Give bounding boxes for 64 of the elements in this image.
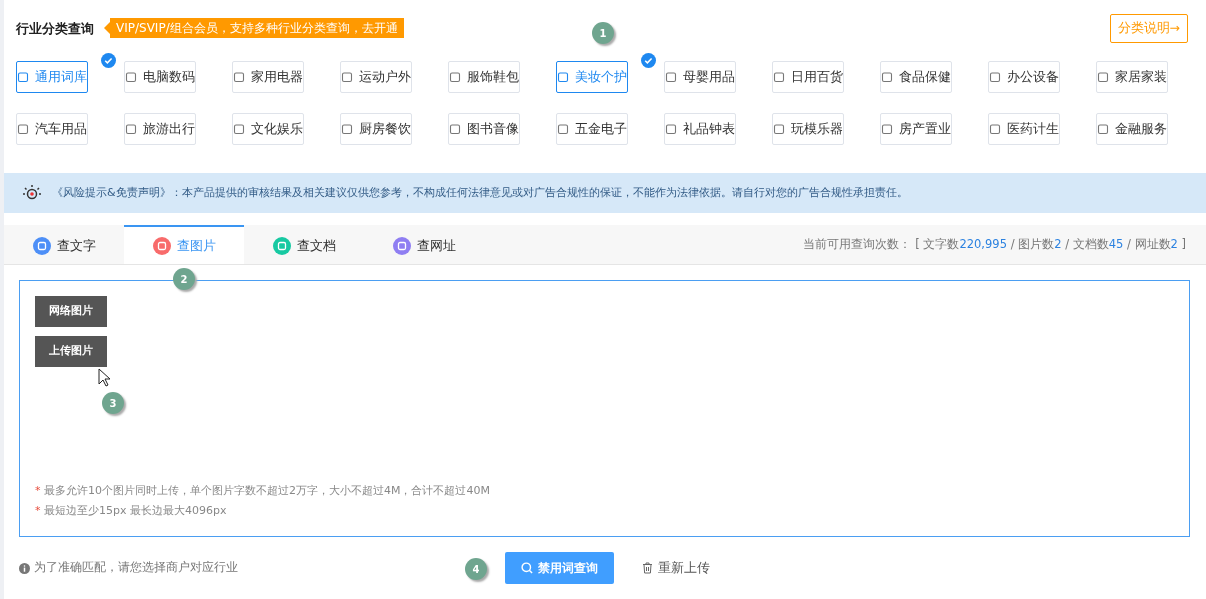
outline-icon [773, 122, 785, 135]
outline-icon [17, 122, 29, 135]
hint-text: 为了准确匹配，请您选择商户对应行业 [34, 559, 238, 577]
outline-icon [1097, 70, 1109, 83]
outline-icon [557, 122, 569, 135]
category-chip[interactable]: 房产置业 [880, 112, 952, 145]
check-icon [641, 52, 656, 68]
outline-icon [773, 70, 785, 83]
outline-icon [341, 122, 353, 135]
category-chip[interactable]: 厨房餐饮 [340, 112, 412, 145]
category-chip[interactable]: 金融服务 [1096, 112, 1168, 145]
section-title: 行业分类查询 [16, 19, 94, 38]
category-chip[interactable]: 文化娱乐 [232, 112, 304, 145]
search-icon [521, 562, 533, 574]
info-icon [19, 562, 30, 574]
tab[interactable]: 查网址 [364, 225, 484, 264]
outline-icon [449, 70, 461, 83]
category-chip[interactable]: 美妆个护 [556, 60, 628, 93]
category-chip[interactable]: 汽车用品 [16, 112, 88, 145]
outline-icon [881, 70, 893, 83]
category-chip[interactable]: 办公设备 [988, 60, 1060, 93]
tab[interactable]: 查文档 [244, 225, 364, 264]
outline-icon [125, 70, 137, 83]
outline-icon [881, 122, 893, 135]
category-chip[interactable]: 母婴用品 [664, 60, 736, 93]
outline-icon [989, 122, 1001, 135]
category-chip[interactable]: 运动户外 [340, 60, 412, 93]
category-chip[interactable]: 电脑数码 [124, 60, 196, 93]
outline-icon [557, 70, 569, 83]
note-text: * 最短边至少15px 最长边最大4096px [35, 503, 228, 519]
outline-icon [449, 122, 461, 135]
tab[interactable]: 查文字 [4, 225, 124, 264]
outline-icon [665, 122, 677, 135]
category-chip[interactable]: 家用电器 [232, 60, 304, 93]
category-chip[interactable]: 服饰鞋包 [448, 60, 520, 93]
outline-icon [665, 70, 677, 83]
quota-label: 当前可用查询次数： [803, 235, 912, 253]
check-icon [101, 52, 116, 68]
outline-icon [989, 70, 1001, 83]
category-chip[interactable]: 医药计生 [988, 112, 1060, 145]
reupload-button[interactable]: 重新上传 [636, 557, 716, 579]
outline-icon [233, 70, 245, 83]
category-chip[interactable]: 礼品钟表 [664, 112, 736, 145]
note-text: * 最多允许10个图片同时上传，单个图片字数不超过2万字，大小不超过4M，合计不超过40M [35, 483, 491, 499]
cursor-icon [98, 368, 110, 387]
promo-banner: VIP/SVIP/组合会员，支持多种行业分类查询，去开通 [110, 18, 404, 39]
category-chip[interactable]: 玩模乐器 [772, 112, 844, 145]
outline-icon [341, 70, 353, 83]
quota-text: [ 文字数220,995 / 图片数2 / 文档数45 / 网址数2 ] [915, 235, 1186, 253]
image-button[interactable]: 网络图片 [35, 296, 107, 327]
category-chip[interactable]: 日用百货 [772, 60, 844, 93]
trash-icon [642, 562, 653, 574]
outline-icon [17, 70, 29, 83]
category-chip[interactable]: 食品保健 [880, 60, 952, 93]
category-chip[interactable]: 家居家装 [1096, 60, 1168, 93]
category-chip[interactable]: 旅游出行 [124, 112, 196, 145]
disclaimer-text: 《风险提示&免责声明》：本产品提供的审核结果及相关建议仅供您参考，不构成任何法律意见或对广告合规性的保证，不能作为法律依据。请自行对您的广告合规性承担责任。 [52, 184, 908, 201]
outline-icon [1097, 122, 1109, 135]
outline-icon [125, 122, 137, 135]
category-chip[interactable]: 五金电子 [556, 112, 628, 145]
image-button[interactable]: 上传图片 [35, 336, 107, 367]
category-chip[interactable]: 图书音像 [448, 112, 520, 145]
outline-icon [233, 122, 245, 135]
category-chip[interactable]: 通用词库 [16, 60, 88, 93]
